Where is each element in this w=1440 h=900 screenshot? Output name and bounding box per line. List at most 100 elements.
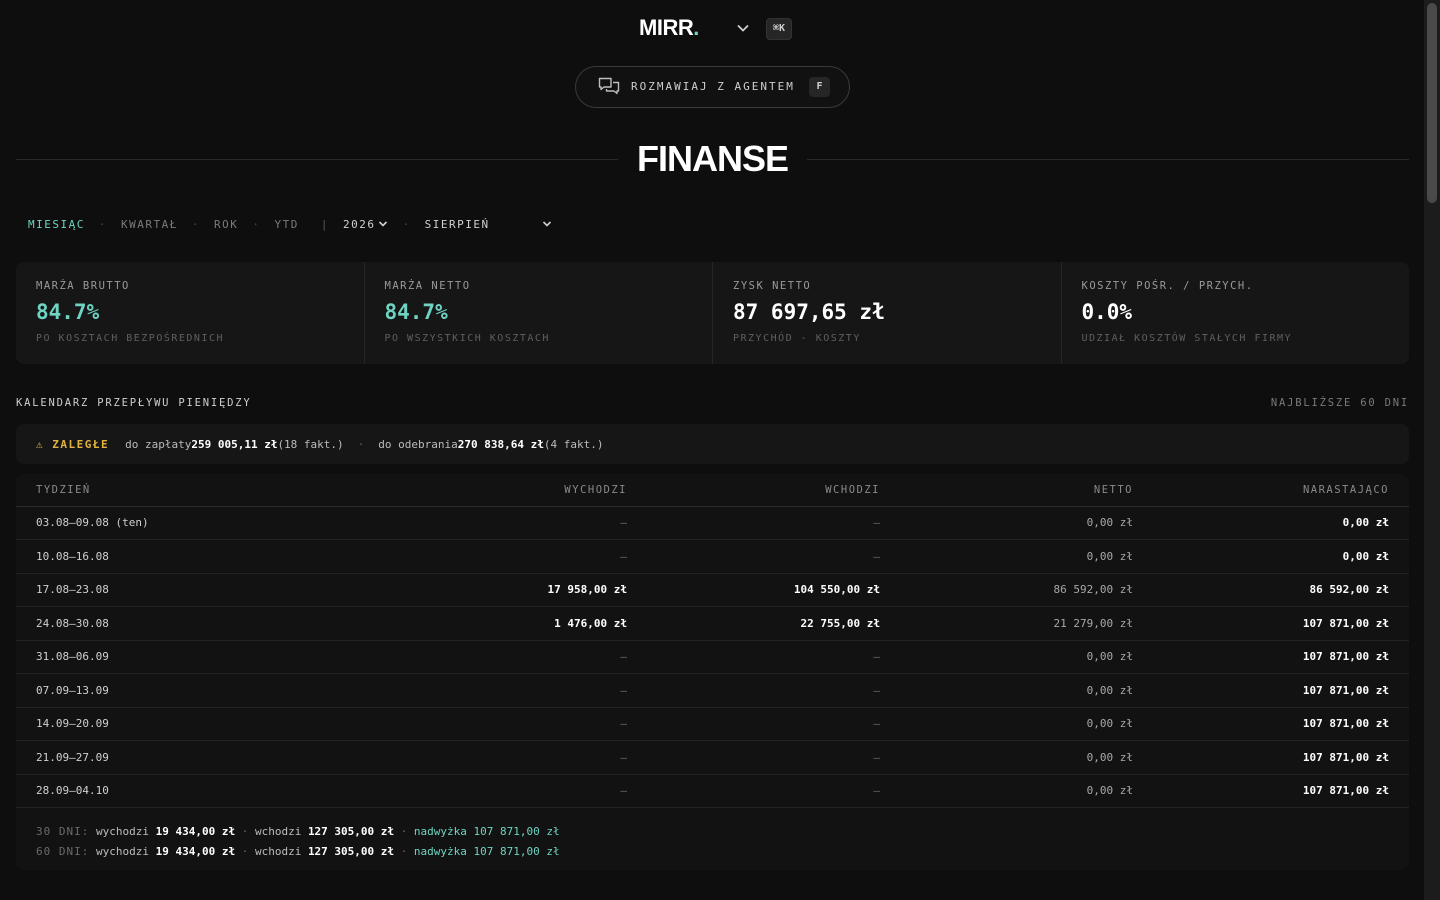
cell-outflow: —	[394, 539, 647, 574]
kpi-value: 87 697,65 zł	[733, 300, 885, 324]
cashflow-summary: 30 DNI: wychodzi 19 434,00 zł · wchodzi …	[36, 822, 560, 862]
talk-to-agent-button[interactable]: ROZMAWIAJ Z AGENTEM F	[575, 66, 850, 108]
month-select[interactable]: SIERPIEŃ	[425, 218, 552, 231]
period-separator: ·	[191, 217, 200, 231]
column-header-inflow: WCHODZI	[647, 474, 900, 507]
cashflow-table-card: TYDZIEŃ WYCHODZI WCHODZI NETTO NARASTAJĄ…	[16, 474, 1409, 870]
cell-outflow: 17 958,00 zł	[394, 573, 647, 607]
kpi-value: 0.0%	[1081, 300, 1133, 324]
cell-week: 10.08–16.08	[16, 539, 394, 574]
overdue-pay-amount: 259 005,11 zł	[191, 437, 278, 451]
logo[interactable]: MIRR.	[639, 15, 699, 41]
scrollbar[interactable]	[1424, 0, 1440, 900]
cell-cumulative: 107 871,00 zł	[1153, 673, 1409, 708]
overdue-receive-amount: 270 838,64 zł	[457, 437, 544, 451]
cell-net: 0,00 zł	[900, 740, 1153, 775]
cell-outflow: —	[394, 774, 647, 808]
finance-page: MIRR. ⌘K ROZMAWIAJ Z AGENTEM F FINANSE M…	[0, 0, 1424, 900]
kpi-net-profit: ZYSK NETTO 87 697,65 zł PRZYCHÓD - KOSZT…	[713, 262, 1062, 364]
cell-week: 07.09–13.09	[16, 673, 394, 708]
kpi-gross-margin: MARŻA BRUTTO 84.7% PO KOSZTACH BEZPOŚRED…	[16, 262, 365, 364]
command-shortcut-badge: ⌘K	[766, 18, 793, 40]
cell-inflow: —	[647, 774, 900, 808]
chevron-down-icon	[542, 221, 551, 227]
kpi-value: 84.7%	[36, 300, 100, 324]
cell-inflow: —	[647, 640, 900, 674]
cell-cumulative: 86 592,00 zł	[1153, 573, 1409, 607]
period-option-year[interactable]: ROK	[214, 218, 238, 231]
table-row: 31.08–06.09 — — 0,00 zł 107 871,00 zł	[16, 640, 1409, 674]
cell-week: 24.08–30.08	[16, 606, 394, 641]
cell-net: 0,00 zł	[900, 774, 1153, 808]
table-row: 07.09–13.09 — — 0,00 zł 107 871,00 zł	[16, 673, 1409, 708]
scrollbar-thumb[interactable]	[1427, 3, 1437, 203]
overdue-label: ⚠ ZALEGŁE	[36, 437, 110, 451]
cell-inflow: —	[647, 673, 900, 708]
cell-net: 0,00 zł	[900, 539, 1153, 574]
cell-net: 86 592,00 zł	[900, 573, 1153, 607]
cell-outflow: —	[394, 673, 647, 708]
cell-week: 03.08–09.08 (ten)	[16, 506, 394, 540]
period-separator: ·	[402, 217, 411, 231]
cell-inflow: 22 755,00 zł	[647, 606, 900, 641]
chat-icon	[598, 77, 620, 95]
table-row: 14.09–20.09 — — 0,00 zł 107 871,00 zł	[16, 707, 1409, 741]
cell-week: 21.09–27.09	[16, 740, 394, 775]
kpi-subtitle: PRZYCHÓD - KOSZTY	[733, 333, 861, 344]
cashflow-table: TYDZIEŃ WYCHODZI WCHODZI NETTO NARASTAJĄ…	[16, 474, 1409, 808]
month-select-value: SIERPIEŃ	[424, 217, 490, 231]
table-row: 10.08–16.08 — — 0,00 zł 0,00 zł	[16, 539, 1409, 574]
table-row: 03.08–09.08 (ten) — — 0,00 zł 0,00 zł	[16, 506, 1409, 540]
chevron-down-icon	[379, 221, 388, 227]
cell-net: 21 279,00 zł	[900, 606, 1153, 641]
cell-cumulative: 107 871,00 zł	[1153, 740, 1409, 775]
period-option-ytd[interactable]: YTD	[274, 218, 298, 231]
cell-outflow: —	[394, 740, 647, 775]
kpi-label: MARŻA NETTO	[384, 280, 471, 292]
period-filter: MIESIĄC · KWARTAŁ · ROK · YTD | 2026 · S…	[28, 216, 552, 232]
cell-outflow: —	[394, 506, 647, 540]
column-header-cumulative: NARASTAJĄCO	[1153, 474, 1409, 507]
kpi-overhead-ratio: KOSZTY POŚR. / PRZYCH. 0.0% UDZIAŁ KOSZT…	[1062, 262, 1410, 364]
summary-30-days: 30 DNI: wychodzi 19 434,00 zł · wchodzi …	[36, 825, 560, 838]
table-row: 17.08–23.08 17 958,00 zł 104 550,00 zł 8…	[16, 573, 1409, 607]
cell-cumulative: 107 871,00 zł	[1153, 774, 1409, 808]
kpi-label: KOSZTY POŚR. / PRZYCH.	[1081, 280, 1254, 292]
cell-inflow: —	[647, 740, 900, 775]
overdue-banner: ⚠ ZALEGŁE do zapłaty 259 005,11 zł (18 fa…	[16, 424, 1409, 464]
table-header-row: TYDZIEŃ WYCHODZI WCHODZI NETTO NARASTAJĄ…	[16, 474, 1409, 507]
column-header-outflow: WYCHODZI	[394, 474, 647, 507]
period-separator: ·	[98, 217, 107, 231]
table-row: 28.09–04.10 — — 0,00 zł 107 871,00 zł	[16, 774, 1409, 808]
cell-outflow: —	[394, 640, 647, 674]
cell-inflow: 104 550,00 zł	[647, 573, 900, 607]
cell-inflow: —	[647, 539, 900, 574]
cashflow-range: NAJBLIŻSZE 60 DNI	[1270, 397, 1409, 409]
kpi-value: 84.7%	[384, 300, 448, 324]
page-title: FINANSE	[636, 138, 789, 179]
summary-60-days: 60 DNI: wychodzi 19 434,00 zł · wchodzi …	[36, 845, 560, 858]
cell-week: 17.08–23.08	[16, 573, 394, 607]
period-option-month[interactable]: MIESIĄC	[28, 218, 85, 231]
period-divider: |	[320, 217, 329, 231]
table-row: 21.09–27.09 — — 0,00 zł 107 871,00 zł	[16, 740, 1409, 775]
cell-cumulative: 0,00 zł	[1153, 539, 1409, 574]
period-option-quarter[interactable]: KWARTAŁ	[121, 218, 178, 231]
agent-shortcut-badge: F	[809, 77, 830, 97]
cell-cumulative: 107 871,00 zł	[1153, 640, 1409, 674]
chevron-down-icon[interactable]	[736, 21, 750, 35]
kpi-label: MARŻA BRUTTO	[36, 280, 130, 292]
period-separator: ·	[252, 217, 261, 231]
kpi-label: ZYSK NETTO	[733, 280, 812, 292]
cell-week: 31.08–06.09	[16, 640, 394, 674]
cell-outflow: —	[394, 707, 647, 741]
cell-cumulative: 107 871,00 zł	[1153, 707, 1409, 741]
cell-cumulative: 107 871,00 zł	[1153, 606, 1409, 641]
cell-net: 0,00 zł	[900, 640, 1153, 674]
overdue-receive-label: do odebrania	[378, 437, 458, 451]
year-select-value: 2026	[342, 217, 376, 231]
overdue-pay-count: (18 fakt.)	[277, 437, 344, 451]
year-select[interactable]: 2026	[343, 218, 389, 231]
top-bar: MIRR. ⌘K	[0, 14, 1424, 44]
cell-outflow: 1 476,00 zł	[394, 606, 647, 641]
